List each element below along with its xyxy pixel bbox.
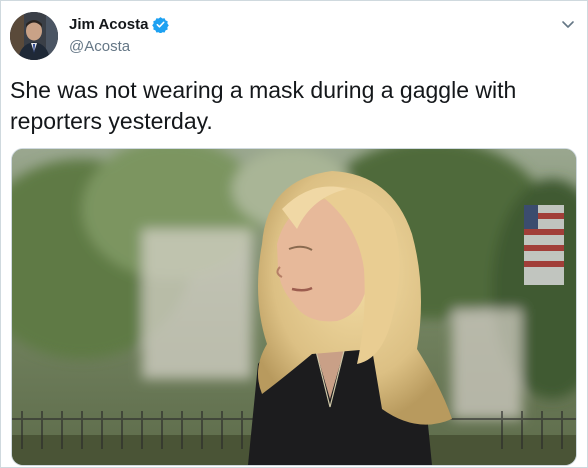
chevron-down-icon[interactable]: [560, 16, 576, 32]
author-name[interactable]: Jim Acosta: [69, 16, 148, 33]
verified-badge-icon: [152, 16, 170, 34]
author-name-row[interactable]: Jim Acosta: [69, 16, 170, 34]
author-avatar[interactable]: [10, 12, 58, 60]
tweet-media-image[interactable]: [11, 148, 577, 466]
tweet-card[interactable]: Jim Acosta @Acosta She was not wearing a…: [0, 0, 588, 468]
author-handle[interactable]: @Acosta: [69, 38, 130, 55]
tweet-text: She was not wearing a mask during a gagg…: [10, 77, 517, 134]
